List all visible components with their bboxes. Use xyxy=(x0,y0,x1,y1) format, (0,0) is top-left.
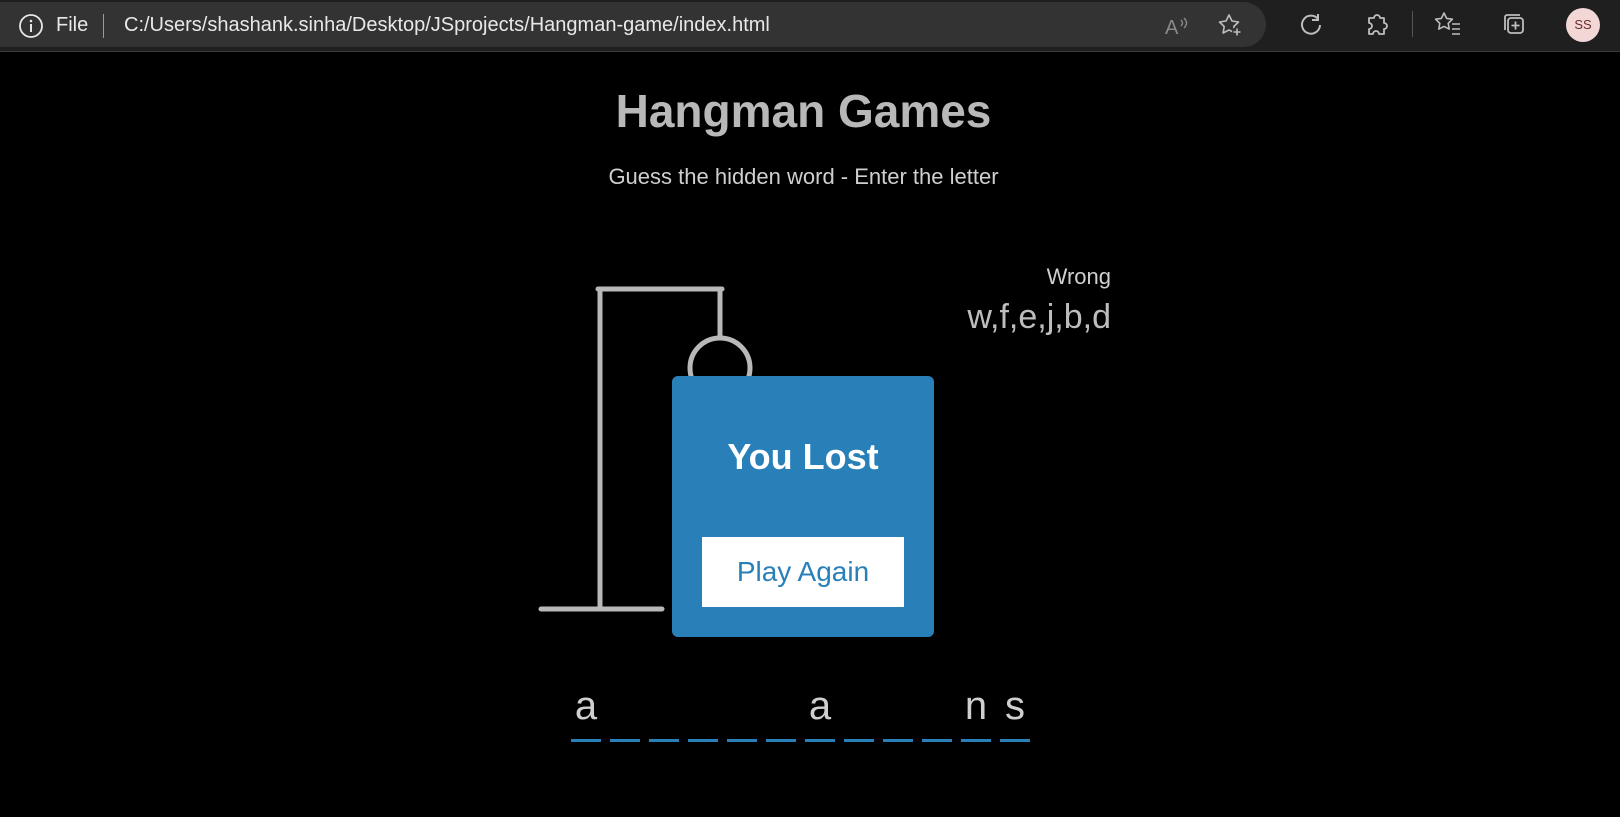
file-scheme-label: File xyxy=(56,14,89,36)
toolbar-divider xyxy=(1412,11,1413,37)
result-message: You Lost xyxy=(727,436,879,477)
extensions-icon[interactable] xyxy=(1361,9,1391,39)
letter-slot: a xyxy=(571,680,601,742)
read-aloud-icon[interactable]: A xyxy=(1162,11,1192,41)
favorites-icon[interactable] xyxy=(1433,9,1463,39)
refresh-icon[interactable] xyxy=(1296,9,1326,39)
browser-toolbar: File C:/Users/shashank.sinha/Desktop/JSp… xyxy=(0,0,1620,52)
letter-slot xyxy=(766,680,796,742)
letter-slot xyxy=(883,680,913,742)
info-icon[interactable] xyxy=(18,13,44,39)
letter-slot xyxy=(922,680,952,742)
result-popup: You Lost Play Again xyxy=(672,376,934,637)
url-text[interactable]: C:/Users/shashank.sinha/Desktop/JSprojec… xyxy=(124,14,770,37)
letter-slot: s xyxy=(1000,680,1030,742)
add-favorite-icon[interactable] xyxy=(1216,11,1246,41)
letter-slot: a xyxy=(805,680,835,742)
page-subtitle: Guess the hidden word - Enter the letter xyxy=(608,164,999,189)
address-bar[interactable]: File C:/Users/shashank.sinha/Desktop/JSp… xyxy=(0,2,1266,47)
letter-slot: n xyxy=(961,680,991,742)
collections-icon[interactable] xyxy=(1499,9,1529,39)
svg-text:A: A xyxy=(1165,17,1179,39)
letter-slot xyxy=(844,680,874,742)
wrong-letters-list: w,f,e,j,b,d xyxy=(967,298,1111,336)
profile-avatar[interactable]: SS xyxy=(1566,8,1600,42)
letter-slot xyxy=(610,680,640,742)
wrong-letters-label: Wrong xyxy=(1046,264,1111,289)
letter-slot xyxy=(649,680,679,742)
url-divider xyxy=(103,14,104,38)
letter-slot xyxy=(688,680,718,742)
word-display: a a ns xyxy=(571,680,1030,742)
letter-slot xyxy=(727,680,757,742)
page-title: Hangman Games xyxy=(615,85,992,137)
play-again-button[interactable]: Play Again xyxy=(702,537,904,607)
